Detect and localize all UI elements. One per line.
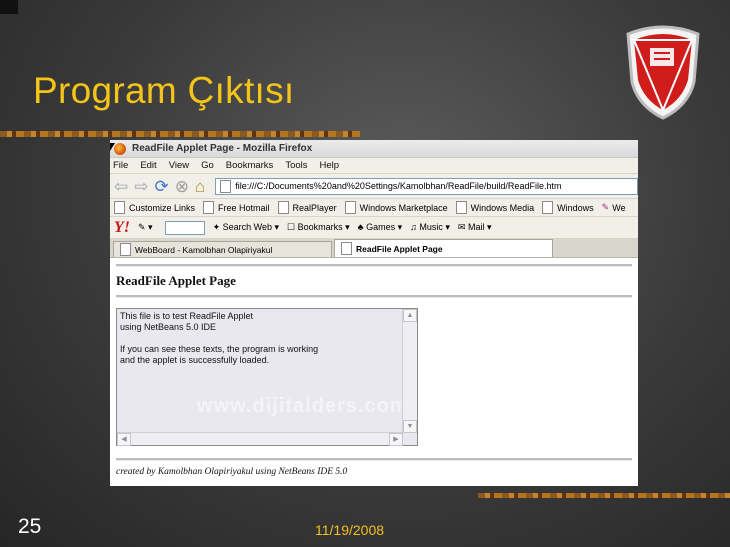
back-arrow-icon[interactable]: ⇦ (114, 178, 128, 195)
yahoo-music[interactable]: ♫ Music ▾ (410, 222, 450, 233)
page-content: ReadFile Applet Page This file is to tes… (110, 264, 638, 477)
search-web-label: Search Web (222, 222, 272, 232)
tab-bar: WebBoard - Kamolbhan Olapiriyakul ReadFi… (110, 239, 638, 258)
page-icon (277, 201, 289, 214)
menu-bar: File Edit View Go Bookmarks Tools Help (110, 158, 638, 174)
shield-logo (626, 25, 700, 120)
link-realplayer[interactable]: RealPlayer (277, 201, 337, 214)
menu-go[interactable]: Go (201, 160, 214, 171)
pencil-icon[interactable]: ✎ ▾ (138, 222, 153, 233)
link-label: Windows (557, 202, 594, 213)
page-icon (542, 201, 554, 214)
page-icon (341, 242, 352, 255)
music-icon: ♫ (410, 222, 417, 232)
games-icon: ♣ (357, 222, 364, 232)
page-icon (344, 201, 356, 214)
pen-icon: ✎ (601, 202, 610, 212)
decorative-bar-bottom (478, 493, 730, 498)
link-label: Windows Media (470, 202, 535, 213)
yahoo-search-web[interactable]: ✦ Search Web ▾ (213, 222, 279, 233)
page-heading: ReadFile Applet Page (116, 273, 236, 288)
scroll-left-icon[interactable]: ◀ (117, 433, 131, 446)
address-url: file:///C:/Documents%20and%20Settings/Ka… (235, 181, 562, 191)
link-free-hotmail[interactable]: Free Hotmail (203, 201, 270, 214)
mouse-cursor-icon (110, 143, 115, 151)
link-windows-media[interactable]: Windows Media (455, 201, 535, 214)
page-icon (455, 201, 467, 214)
link-label: We (612, 202, 626, 213)
decorative-bar-top (0, 131, 360, 137)
yahoo-games[interactable]: ♣ Games ▾ (358, 222, 402, 233)
link-customize-links[interactable]: Customize Links (114, 201, 195, 214)
reload-icon[interactable]: ⟳ (155, 178, 169, 195)
page-icon (220, 179, 232, 193)
forward-arrow-icon[interactable]: ⇨ (134, 178, 148, 195)
link-label: RealPlayer (292, 202, 337, 213)
stop-icon[interactable]: ⊗ (175, 178, 189, 195)
slide-date: 11/19/2008 (315, 522, 385, 538)
link-windows-marketplace[interactable]: Windows Marketplace (344, 201, 448, 214)
corner-mark (0, 0, 18, 14)
link-we[interactable]: ✎ We (602, 202, 626, 213)
link-windows[interactable]: Windows (542, 201, 594, 214)
yahoo-search-input[interactable] (164, 220, 205, 235)
music-label: Music (419, 222, 443, 232)
horizontal-scrollbar[interactable]: ◀ ▶ (117, 432, 403, 446)
tab-label: WebBoard - Kamolbhan Olapiriyakul (135, 244, 273, 255)
yahoo-toolbar: Y! ✎ ▾ ✦ Search Web ▾ ☐ Bookmarks ▾ ♣ Ga… (110, 217, 638, 239)
scroll-right-icon[interactable]: ▶ (389, 433, 403, 446)
yahoo-mail[interactable]: ✉ Mail ▾ (458, 222, 492, 233)
mail-icon: ✉ (457, 222, 466, 232)
browser-window: ReadFile Applet Page - Mozilla Firefox F… (110, 140, 638, 486)
divider (116, 264, 632, 267)
mail-label: Mail (467, 222, 485, 232)
menu-view[interactable]: View (169, 160, 189, 171)
divider (116, 458, 632, 461)
firefox-icon (114, 142, 126, 155)
bookmarks-label: Bookmarks (297, 222, 343, 232)
slide-title: Program Çıktısı (33, 70, 295, 111)
link-label: Free Hotmail (218, 202, 270, 213)
menu-help[interactable]: Help (320, 160, 340, 171)
yahoo-logo[interactable]: Y! (114, 219, 130, 237)
watermark: www.dijitalders.com (197, 395, 409, 417)
link-label: Customize Links (129, 202, 196, 213)
applet-text-area[interactable]: This file is to test ReadFile Applet usi… (116, 308, 418, 446)
scroll-up-icon[interactable]: ▲ (403, 309, 417, 322)
menu-file[interactable]: File (113, 160, 128, 171)
menu-bookmarks[interactable]: Bookmarks (226, 160, 274, 171)
address-bar[interactable]: file:///C:/Documents%20and%20Settings/Ka… (215, 177, 638, 195)
navigation-toolbar: ⇦ ⇨ ⟳ ⊗ ⌂ file:///C:/Documents%20and%20S… (110, 174, 638, 199)
window-title: ReadFile Applet Page - Mozilla Firefox (132, 143, 313, 154)
browser-title-bar: ReadFile Applet Page - Mozilla Firefox (110, 140, 638, 158)
vertical-scrollbar[interactable]: ▲ ▼ (402, 309, 417, 433)
bookmark-icon: ☐ (287, 222, 296, 232)
tab-readfile-applet[interactable]: ReadFile Applet Page (334, 239, 553, 257)
tab-label: ReadFile Applet Page (356, 243, 443, 254)
yahoo-bookmarks[interactable]: ☐ Bookmarks ▾ (287, 222, 350, 233)
tab-webboard[interactable]: WebBoard - Kamolbhan Olapiriyakul (113, 241, 332, 257)
home-icon[interactable]: ⌂ (195, 178, 205, 195)
page-icon (114, 201, 125, 214)
menu-edit[interactable]: Edit (140, 160, 156, 171)
link-label: Windows Marketplace (359, 202, 448, 213)
games-label: Games (366, 222, 396, 232)
page-icon (203, 201, 215, 214)
page-icon (120, 243, 131, 256)
credit-text: created by Kamolbhan Olapiriyakul using … (116, 467, 348, 477)
links-toolbar: Customize Links Free Hotmail RealPlayer … (110, 199, 638, 217)
applet-text: This file is to test ReadFile Applet usi… (120, 311, 319, 365)
divider (116, 295, 632, 298)
menu-tools[interactable]: Tools (285, 160, 307, 171)
slide-number: 25 (18, 515, 42, 538)
scroll-down-icon[interactable]: ▼ (403, 420, 417, 433)
